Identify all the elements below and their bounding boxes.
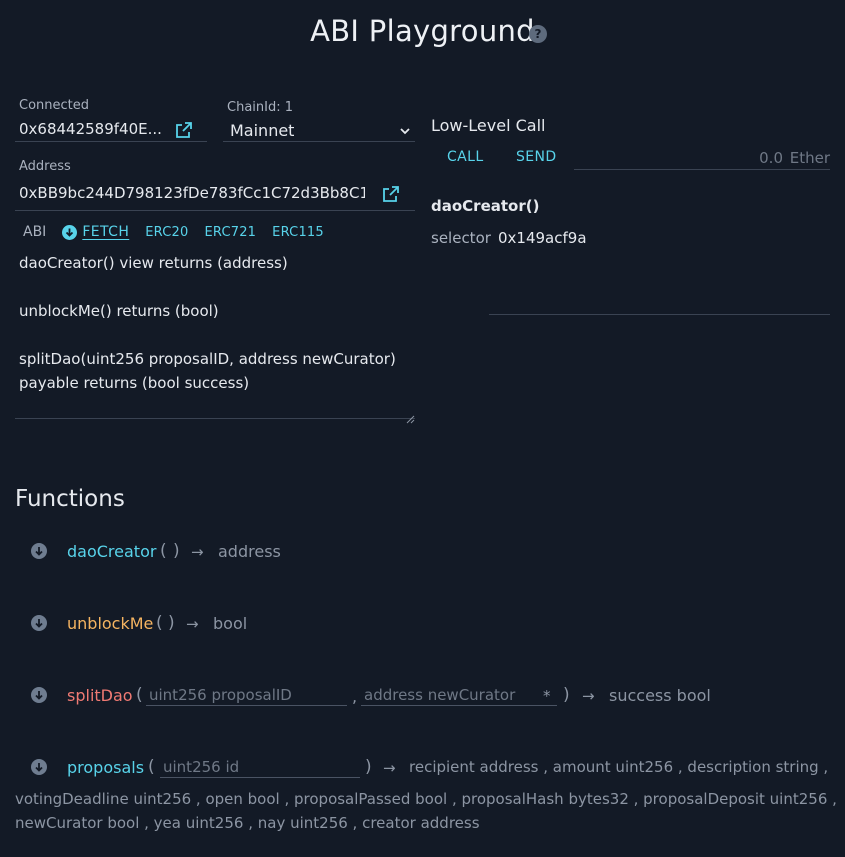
returns-arrow: → (383, 759, 396, 777)
return-types-line3: newCurator bool , yea uint256 , nay uint… (15, 814, 480, 832)
abi-line: splitDao(uint256 proposalID, address new… (19, 350, 396, 368)
returns-arrow: → (582, 687, 595, 705)
close-paren: ) (563, 685, 570, 705)
address-label: Address (19, 159, 71, 174)
download-circle-icon[interactable] (31, 543, 47, 559)
ether-unit: Ether (789, 149, 830, 167)
param-proposalid-input[interactable] (146, 684, 347, 706)
return-type: address (218, 542, 281, 561)
abi-line (19, 323, 415, 347)
function-name-unblockme[interactable]: unblockMe (67, 614, 153, 633)
abi-toolbar: ABI FETCH ERC20 ERC721 ERC115 (23, 222, 324, 242)
return-types-line2: votingDeadline uint256 , open bool , pro… (15, 790, 837, 808)
download-circle-icon[interactable] (31, 615, 47, 631)
param-separator: , (352, 687, 358, 706)
help-icon[interactable]: ? (529, 25, 547, 43)
abi-line: unblockMe() returns (bool) (19, 302, 219, 320)
param-newcurator-input[interactable] (361, 684, 557, 706)
output-divider (489, 314, 830, 315)
abi-textarea[interactable]: daoCreator() view returns (address) unbl… (15, 251, 415, 424)
external-link-icon[interactable] (381, 184, 401, 204)
close-paren: ) (168, 613, 175, 633)
download-circle-icon[interactable] (31, 687, 47, 703)
resize-grip-icon[interactable] (406, 407, 415, 424)
address-value[interactable]: 0xBB9bc244D798123fDe783fCc1C72d3Bb8C18..… (19, 184, 365, 202)
payable-marker: * (543, 687, 551, 705)
erc115-button[interactable]: ERC115 (272, 225, 324, 240)
ether-amount-input[interactable]: 0.0 Ether (574, 144, 830, 170)
param-newcurator-field[interactable] (361, 684, 557, 704)
connected-address: 0x68442589f40E... (19, 120, 162, 138)
open-paren: ( (156, 613, 163, 633)
chevron-down-icon (399, 122, 411, 135)
function-name-proposals[interactable]: proposals (67, 758, 144, 777)
return-types-line1: recipient address , amount uint256 , des… (409, 758, 829, 776)
download-circle-icon (62, 224, 78, 240)
fetch-label: FETCH (82, 224, 130, 240)
return-type: success bool (609, 686, 711, 705)
chain-label: ChainId: 1 (227, 100, 294, 115)
abi-label: ABI (23, 224, 47, 240)
returns-arrow: → (191, 543, 204, 561)
low-level-call-title: Low-Level Call (431, 116, 546, 135)
return-type: bool (213, 614, 248, 633)
functions-title: Functions (15, 486, 125, 512)
open-paren: ( (148, 757, 155, 777)
address-field[interactable]: Address 0xBB9bc244D798123fDe783fCc1C72d3… (15, 159, 415, 211)
abi-line (19, 275, 415, 299)
external-link-icon[interactable] (174, 120, 194, 140)
page-title: ABI Playground (310, 14, 535, 48)
abi-line: payable returns (bool success) (19, 374, 250, 392)
send-button[interactable]: SEND (516, 149, 557, 165)
selected-function-name: daoCreator() (431, 197, 540, 215)
param-id-field[interactable] (160, 756, 360, 776)
open-paren: ( (136, 685, 143, 705)
close-paren: ) (173, 541, 180, 561)
open-paren: ( (160, 541, 167, 561)
param-proposalid-field[interactable] (146, 684, 347, 704)
selector-value: 0x149acf9a (498, 229, 587, 247)
param-id-input[interactable] (160, 756, 360, 778)
download-circle-icon[interactable] (31, 759, 47, 775)
fetch-button[interactable]: FETCH (62, 224, 129, 240)
chain-select[interactable]: ChainId: 1 Mainnet (223, 100, 415, 142)
ether-amount-placeholder: 0.0 (759, 149, 783, 167)
abi-line: daoCreator() view returns (address) (19, 254, 288, 272)
selector-label: selector (431, 229, 491, 247)
call-button[interactable]: CALL (447, 149, 484, 165)
function-name-daocreator[interactable]: daoCreator (67, 542, 156, 561)
erc20-button[interactable]: ERC20 (145, 225, 188, 240)
function-name-splitdao[interactable]: splitDao (67, 686, 133, 705)
erc721-button[interactable]: ERC721 (204, 225, 256, 240)
returns-arrow: → (186, 615, 199, 633)
connected-label: Connected (19, 98, 90, 113)
chain-selected: Mainnet (230, 121, 295, 140)
close-paren: ) (365, 757, 372, 777)
